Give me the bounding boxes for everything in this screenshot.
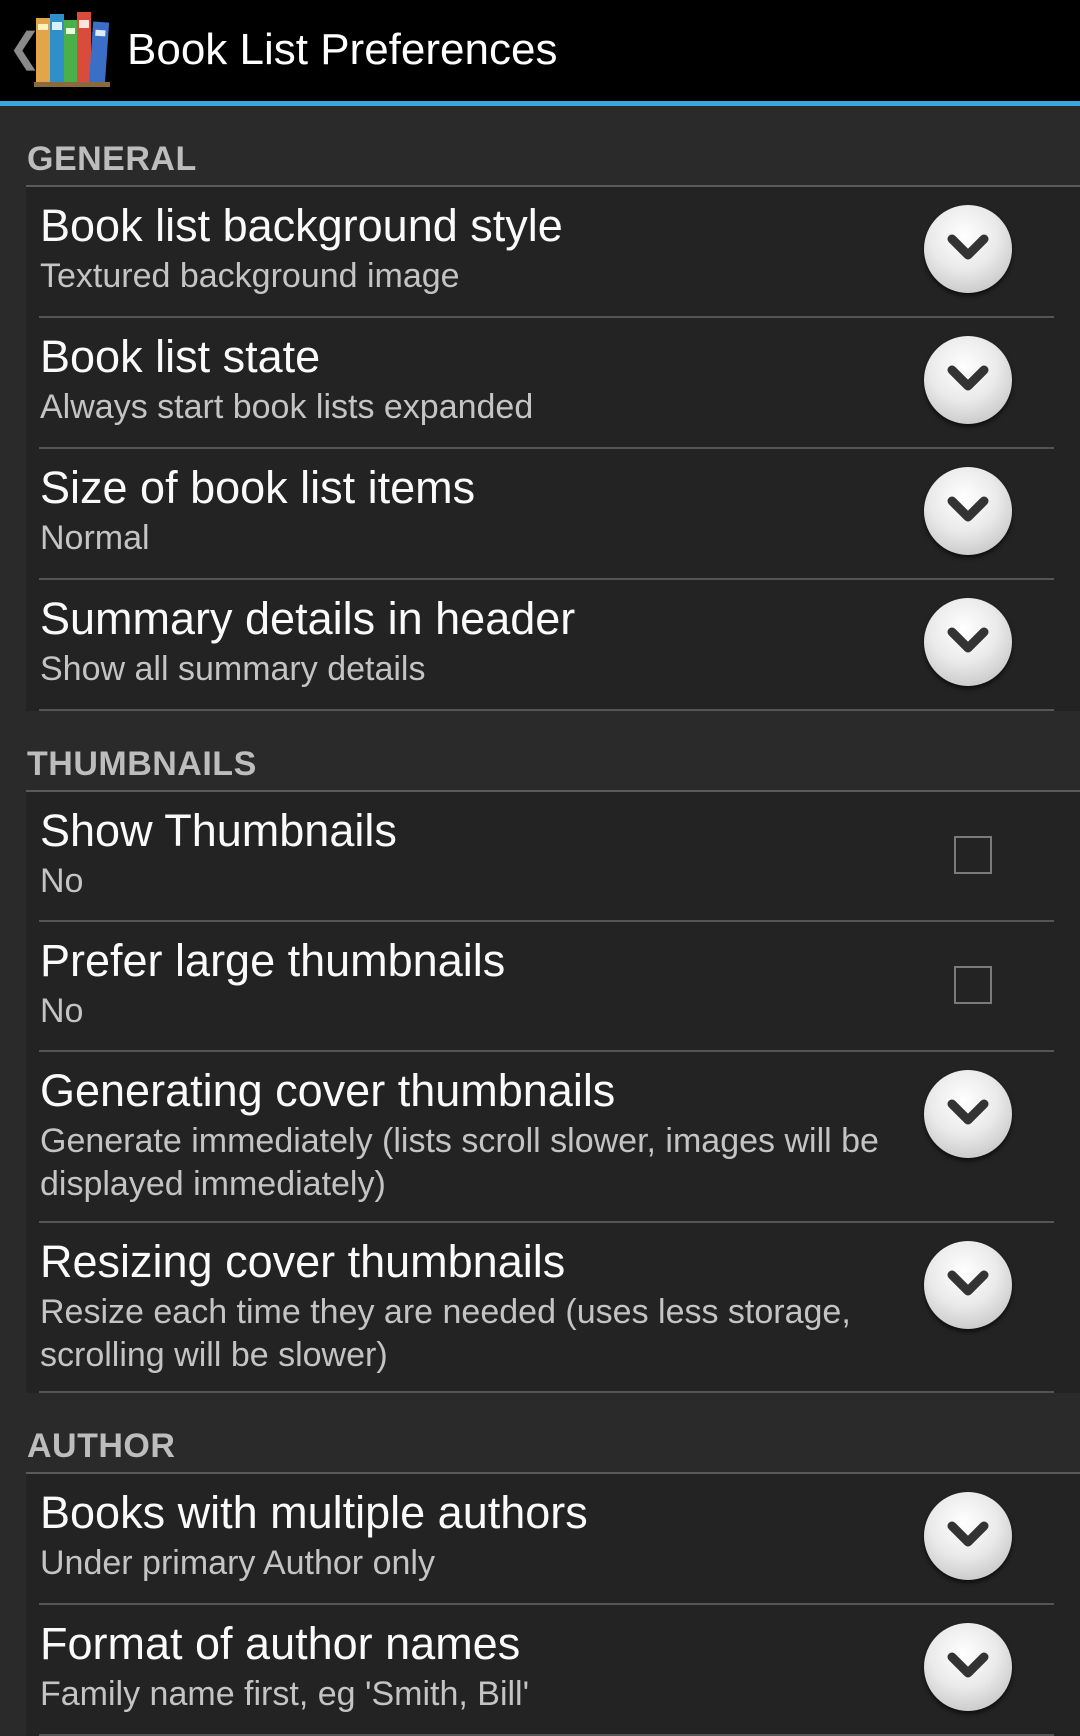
- action-bar: ❮ Book List Preferences: [0, 0, 1080, 106]
- pref-summary: Textured background image: [40, 257, 460, 295]
- chevron-down-icon: [947, 627, 989, 653]
- dropdown-button[interactable]: [924, 205, 1012, 293]
- chevron-left-icon[interactable]: ❮: [8, 28, 42, 68]
- pref-title: Resizing cover thumbnails: [40, 1236, 566, 1287]
- books-app-icon[interactable]: [34, 10, 110, 88]
- pref-resizing-cover-thumbnails[interactable]: Resizing cover thumbnails Resize each ti…: [39, 1223, 1079, 1393]
- dropdown-button[interactable]: [924, 1070, 1012, 1158]
- pref-summary: Resize each time they are needed (uses l…: [40, 1293, 851, 1374]
- chevron-down-icon: [947, 1099, 989, 1125]
- preferences-list[interactable]: GENERAL Book list background style Textu…: [0, 106, 1080, 1736]
- pref-title: Books with multiple authors: [40, 1487, 588, 1538]
- pref-summary: Generate immediately (lists scroll slowe…: [40, 1122, 879, 1203]
- pref-summary: Under primary Author only: [40, 1544, 435, 1582]
- section-title: GENERAL: [27, 140, 197, 178]
- show-thumbnails-checkbox[interactable]: [954, 836, 992, 874]
- pref-summary-details-in-header[interactable]: Summary details in header Show all summa…: [39, 580, 1079, 711]
- pref-title: Size of book list items: [40, 462, 476, 513]
- dropdown-button[interactable]: [924, 467, 1012, 555]
- pref-summary: Show all summary details: [40, 650, 426, 688]
- chevron-down-icon: [947, 234, 989, 260]
- chevron-down-icon: [947, 1270, 989, 1296]
- pref-generating-cover-thumbnails[interactable]: Generating cover thumbnails Generate imm…: [39, 1052, 1079, 1223]
- pref-summary: No: [40, 992, 84, 1030]
- section-header-general: GENERAL: [26, 106, 1080, 187]
- pref-size-of-book-list-items[interactable]: Size of book list items Normal: [39, 449, 1079, 580]
- section-author: Books with multiple authors Under primar…: [26, 1474, 1080, 1736]
- pref-show-thumbnails[interactable]: Show Thumbnails No: [39, 792, 1079, 922]
- section-title: THUMBNAILS: [27, 745, 257, 783]
- pref-book-list-background-style[interactable]: Book list background style Textured back…: [39, 187, 1079, 318]
- pref-format-of-author-names[interactable]: Format of author names Family name first…: [39, 1605, 1079, 1736]
- chevron-down-icon: [947, 496, 989, 522]
- pref-book-list-state[interactable]: Book list state Always start book lists …: [39, 318, 1079, 449]
- prefer-large-thumbnails-checkbox[interactable]: [954, 966, 992, 1004]
- page-title: Book List Preferences: [127, 25, 558, 74]
- section-general: Book list background style Textured back…: [26, 187, 1080, 711]
- dropdown-button[interactable]: [924, 1492, 1012, 1580]
- dropdown-button[interactable]: [924, 1241, 1012, 1329]
- section-thumbnails: Show Thumbnails No Prefer large thumbnai…: [26, 792, 1080, 1393]
- pref-title: Summary details in header: [40, 593, 576, 644]
- chevron-down-icon: [947, 1521, 989, 1547]
- pref-summary: Family name first, eg 'Smith, Bill': [40, 1675, 530, 1713]
- pref-summary: Always start book lists expanded: [40, 388, 534, 426]
- pref-title: Book list state: [40, 331, 321, 382]
- chevron-down-icon: [947, 365, 989, 391]
- dropdown-button[interactable]: [924, 336, 1012, 424]
- pref-title: Prefer large thumbnails: [40, 935, 506, 986]
- pref-title: Format of author names: [40, 1618, 521, 1669]
- section-header-author: AUTHOR: [26, 1393, 1080, 1474]
- pref-title: Book list background style: [40, 200, 563, 251]
- pref-summary: Normal: [40, 519, 150, 557]
- section-title: AUTHOR: [27, 1427, 176, 1465]
- pref-summary: No: [40, 862, 84, 900]
- pref-title: Generating cover thumbnails: [40, 1065, 616, 1116]
- chevron-down-icon: [947, 1652, 989, 1678]
- pref-title: Show Thumbnails: [40, 805, 397, 856]
- dropdown-button[interactable]: [924, 598, 1012, 686]
- section-header-thumbnails: THUMBNAILS: [26, 711, 1080, 792]
- dropdown-button[interactable]: [924, 1623, 1012, 1711]
- pref-books-with-multiple-authors[interactable]: Books with multiple authors Under primar…: [39, 1474, 1079, 1605]
- pref-prefer-large-thumbnails[interactable]: Prefer large thumbnails No: [39, 922, 1079, 1052]
